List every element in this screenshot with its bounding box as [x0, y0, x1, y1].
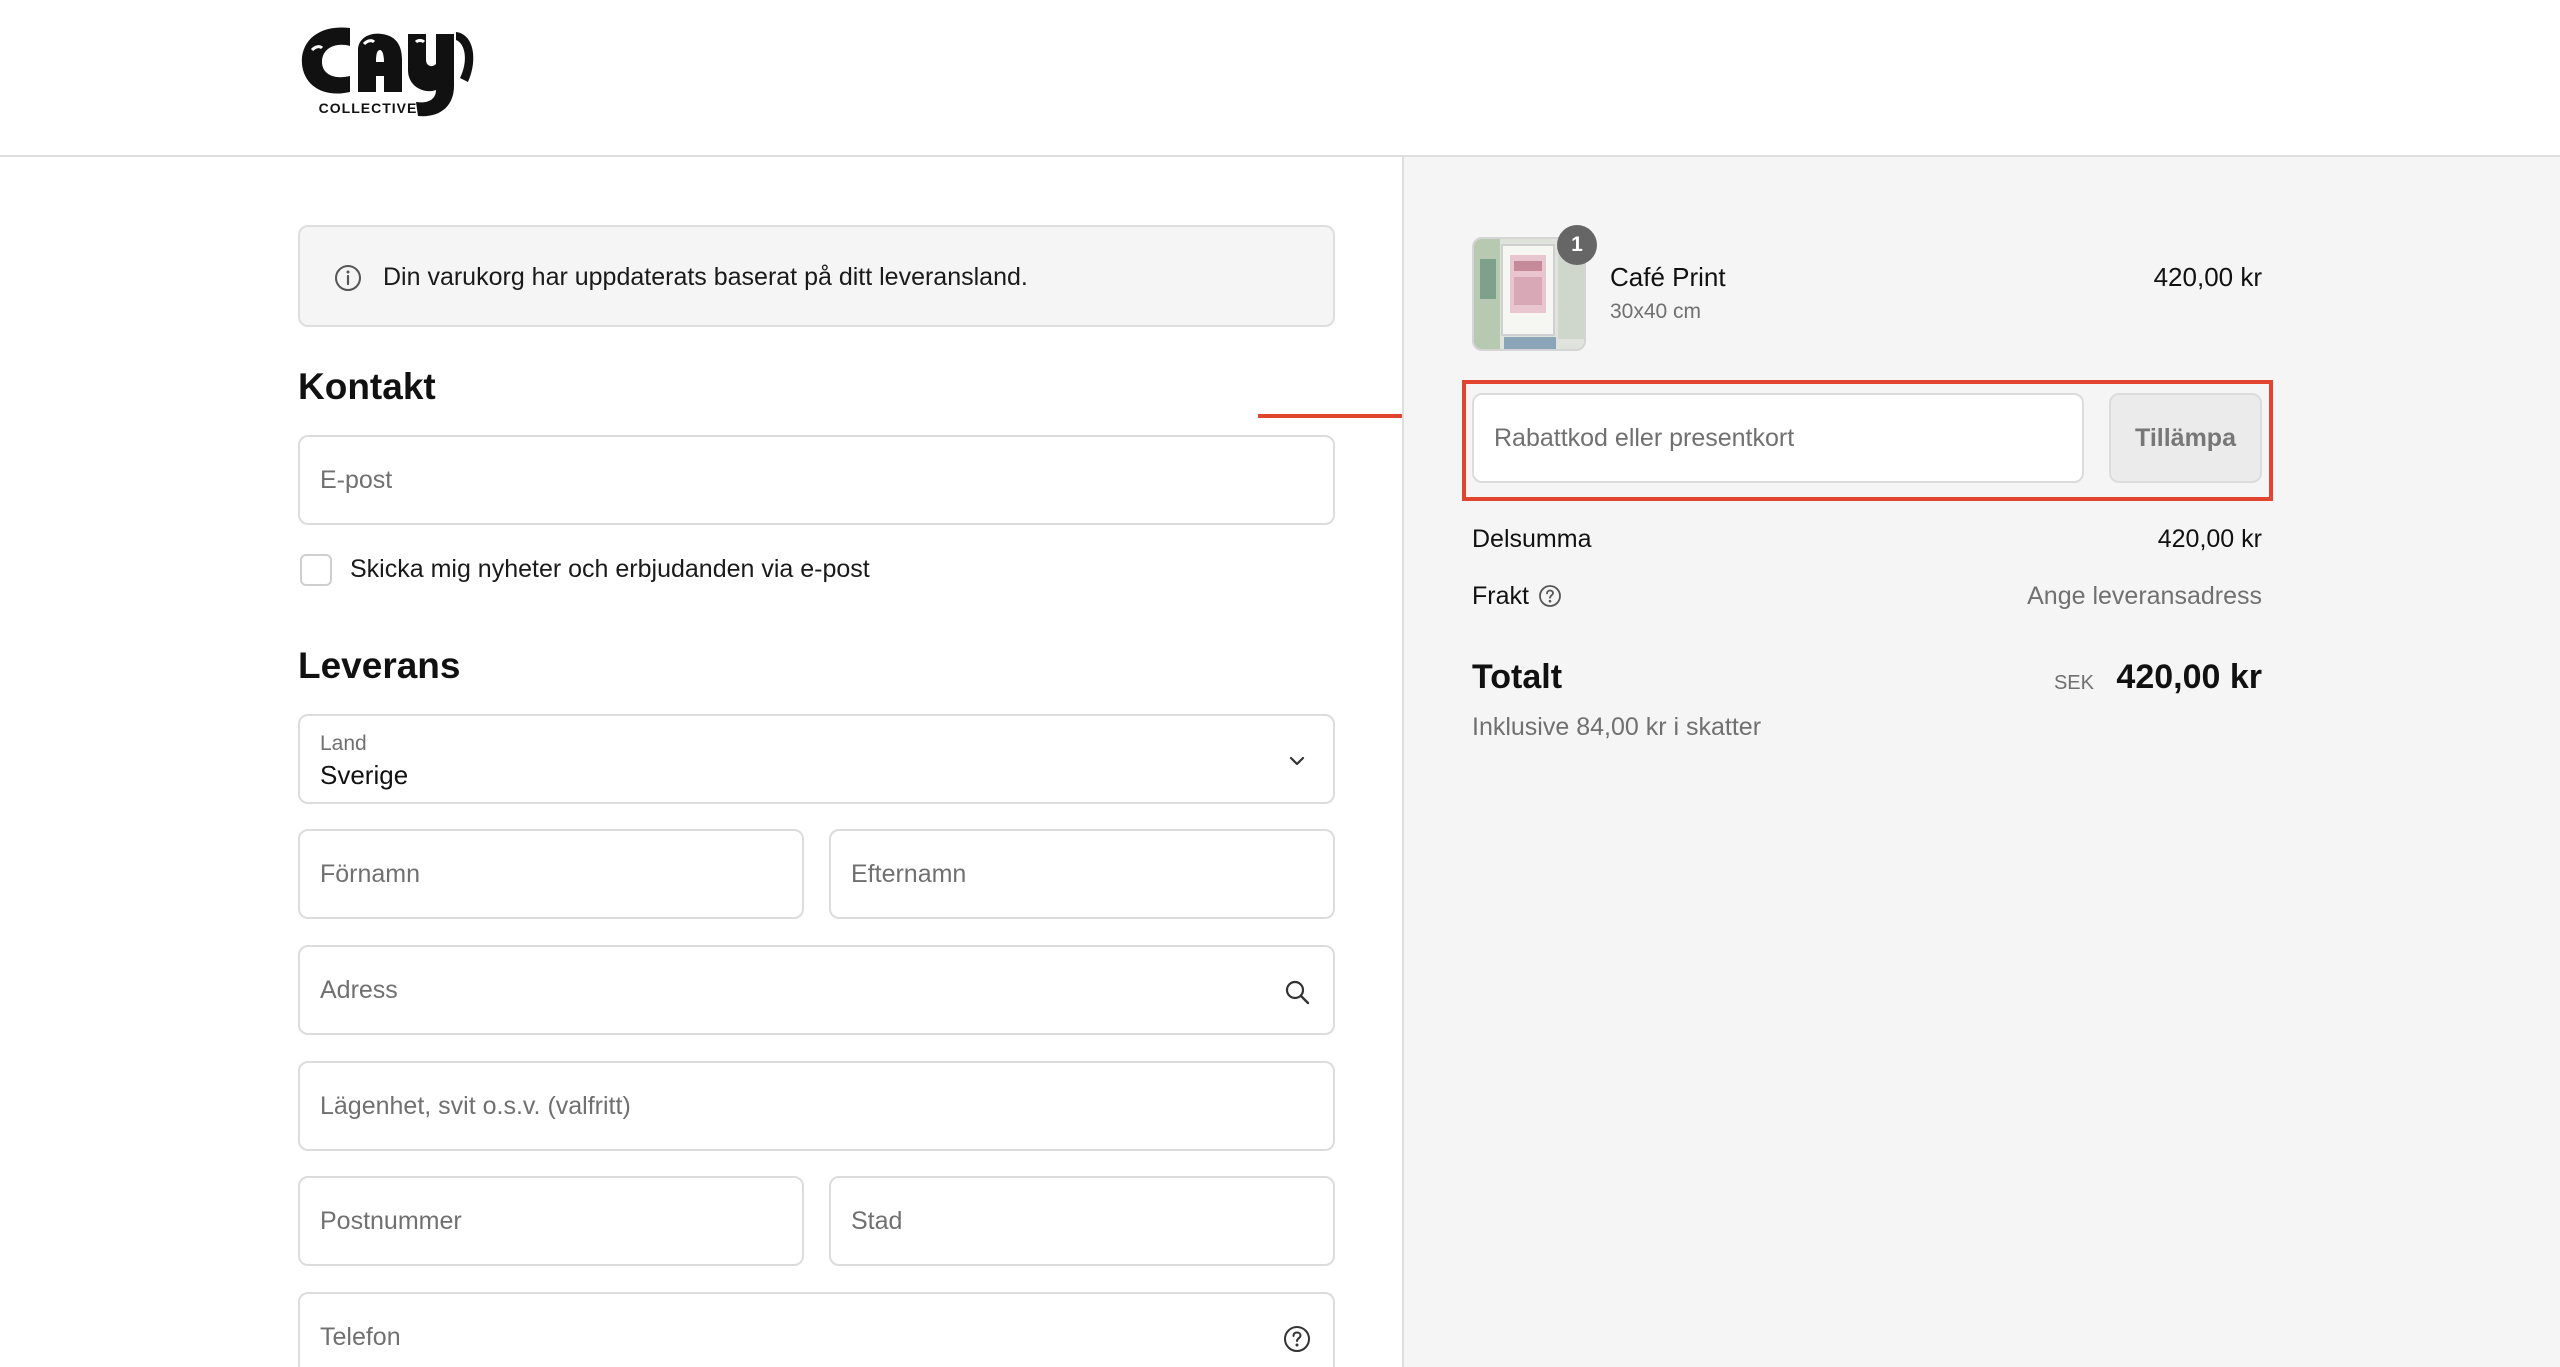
first-name-placeholder: Förnamn — [320, 860, 421, 888]
shipping-label: Frakt — [1472, 582, 1529, 610]
total-label: Totalt — [1472, 658, 1563, 696]
delivery-title: Leverans — [298, 645, 461, 686]
postal-code-field[interactable]: Postnummer — [298, 1176, 804, 1266]
city-placeholder: Stad — [851, 1207, 903, 1235]
postal-placeholder: Postnummer — [320, 1207, 462, 1235]
country-label: Land — [320, 732, 367, 755]
chevron-down-icon — [1289, 756, 1305, 766]
phone-placeholder: Telefon — [320, 1323, 401, 1351]
apartment-placeholder: Lägenhet, svit o.s.v. (valfritt) — [320, 1092, 631, 1120]
subtotal-value: 420,00 kr — [2157, 525, 2262, 553]
last-name-field[interactable]: Efternamn — [829, 829, 1335, 919]
help-circle-icon[interactable] — [1283, 1325, 1311, 1353]
address-field[interactable]: Adress — [298, 945, 1335, 1035]
shipping-value: Ange leveransadress — [2027, 582, 2262, 610]
newsletter-label[interactable]: Skicka mig nyheter och erbjudanden via e… — [350, 555, 870, 584]
total-currency: SEK — [2053, 672, 2094, 694]
header: COLLECTIVE — [0, 0, 2560, 157]
discount-placeholder: Rabattkod eller presentkort — [1494, 424, 1795, 452]
city-field[interactable]: Stad — [829, 1176, 1335, 1266]
cart-updated-notice: Din varukorg har uppdaterats baserat på … — [298, 225, 1335, 327]
logo-subtitle: COLLECTIVE — [318, 100, 418, 116]
country-value: Sverige — [320, 760, 409, 790]
product-variant: 30x40 cm — [1610, 300, 1702, 323]
apply-discount-button[interactable]: Tillämpa — [2109, 393, 2262, 483]
quantity-badge: 1 — [1557, 225, 1597, 265]
total-value: 420,00 kr — [2116, 658, 2262, 696]
address-placeholder: Adress — [320, 976, 398, 1004]
apartment-field[interactable]: Lägenhet, svit o.s.v. (valfritt) — [298, 1061, 1335, 1151]
brand-logo[interactable]: COLLECTIVE — [298, 20, 478, 120]
email-placeholder: E-post — [320, 466, 393, 494]
first-name-field[interactable]: Förnamn — [298, 829, 804, 919]
search-icon[interactable] — [1283, 978, 1311, 1006]
country-select[interactable]: Land Sverige — [298, 714, 1335, 804]
discount-code-input[interactable]: Rabattkod eller presentkort — [1472, 393, 2084, 483]
last-name-placeholder: Efternamn — [851, 860, 967, 888]
email-field[interactable]: E-post — [298, 435, 1335, 525]
shipping-help-icon[interactable] — [1538, 584, 1562, 608]
subtotal-label: Delsumma — [1472, 525, 1592, 553]
contact-title: Kontakt — [298, 366, 436, 407]
phone-field[interactable]: Telefon — [298, 1292, 1335, 1367]
tax-note: Inklusive 84,00 kr i skatter — [1472, 713, 1762, 741]
info-icon — [335, 265, 361, 291]
notice-text: Din varukorg har uppdaterats baserat på … — [383, 263, 1028, 291]
product-price: 420,00 kr — [2153, 262, 2262, 292]
product-name: Café Print — [1610, 262, 1726, 292]
newsletter-checkbox[interactable] — [300, 554, 332, 586]
